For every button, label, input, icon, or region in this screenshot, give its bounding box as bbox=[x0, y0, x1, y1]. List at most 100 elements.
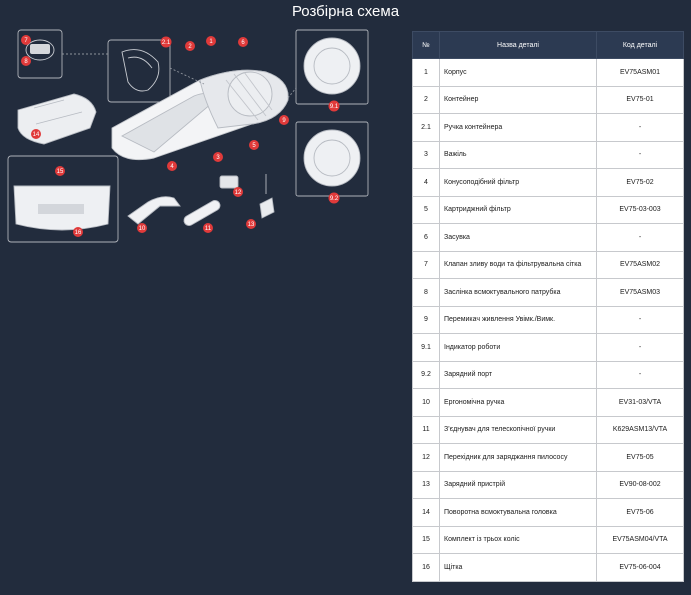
row-part-name: Комплект із трьох коліс bbox=[439, 525, 597, 554]
table-row: 9.1 Індикатор роботи - bbox=[412, 333, 684, 362]
row-part-name: Ергономічна ручка bbox=[439, 388, 597, 417]
svg-text:11: 11 bbox=[205, 226, 212, 232]
svg-text:2.1: 2.1 bbox=[162, 40, 171, 46]
header-number: № bbox=[412, 31, 440, 59]
callout-16: 16 bbox=[73, 227, 83, 237]
table-row: 2.1 Ручка контейнера - bbox=[412, 113, 684, 142]
header-part-code: Код деталі bbox=[596, 31, 684, 59]
callout-4: 4 bbox=[167, 161, 177, 171]
row-part-code: - bbox=[596, 223, 684, 252]
row-part-name: Контейнер bbox=[439, 85, 597, 114]
row-number: 1 bbox=[412, 58, 440, 87]
callout-2-1: 2.1 bbox=[160, 36, 172, 48]
row-part-code: EV75-06 bbox=[596, 498, 684, 527]
callout-15: 15 bbox=[55, 166, 65, 176]
row-part-name: Зарядний порт bbox=[439, 360, 597, 389]
row-part-name: Зарядний пристрій bbox=[439, 470, 597, 499]
row-part-code: - bbox=[596, 305, 684, 334]
row-part-code: EV75ASM02 bbox=[596, 250, 684, 279]
row-number: 8 bbox=[412, 278, 440, 307]
callout-3: 3 bbox=[213, 152, 223, 162]
table-row: 9 Перемикач живлення Увімк./Вимк. - bbox=[412, 305, 684, 334]
table-row: 14 Поворотна всмоктувальна головка EV75-06 bbox=[412, 498, 684, 527]
row-number: 2 bbox=[412, 85, 440, 114]
callout-9-2: 9.2 bbox=[328, 192, 340, 204]
page-title: Розбірна схема bbox=[291, 3, 400, 20]
table-row: 6 Засувка - bbox=[412, 223, 684, 252]
row-part-name: Засувка bbox=[439, 223, 597, 252]
table-row: 9.2 Зарядний порт - bbox=[412, 360, 684, 389]
table-row: 7 Клапан зливу води та фільтрувальна сітк… bbox=[412, 250, 684, 279]
row-part-name: Заслінка всмоктувального патрубка bbox=[439, 278, 597, 307]
svg-text:15: 15 bbox=[57, 169, 64, 175]
parts-table: № Назва деталі Код деталі 1 Корпус EV75ASM… bbox=[412, 31, 684, 582]
svg-text:9.2: 9.2 bbox=[330, 196, 339, 202]
row-part-name: З'єднувач для телескопічної ручки bbox=[439, 415, 597, 444]
table-row: 10 Ергономічна ручка EV31-03/VTA bbox=[412, 388, 684, 417]
row-part-code: - bbox=[596, 360, 684, 389]
row-number: 3 bbox=[412, 140, 440, 169]
table-row: 13 Зарядний пристрій EV90-08-002 bbox=[412, 470, 684, 499]
row-part-code: EV90-08-002 bbox=[596, 470, 684, 499]
row-number: 14 bbox=[412, 498, 440, 527]
callout-13: 13 bbox=[246, 219, 256, 229]
row-number: 7 bbox=[412, 250, 440, 279]
header-part-name: Назва деталі bbox=[439, 31, 597, 59]
callout-5: 5 bbox=[249, 140, 259, 150]
row-part-code: EV75-02 bbox=[596, 168, 684, 197]
svg-text:14: 14 bbox=[33, 132, 40, 138]
callout-1: 1 bbox=[206, 36, 216, 46]
row-part-code: EV31-03/VTA bbox=[596, 388, 684, 417]
row-number: 2.1 bbox=[412, 113, 440, 142]
row-part-code: - bbox=[596, 140, 684, 169]
row-part-name: Перемикач живлення Увімк./Вимк. bbox=[439, 305, 597, 334]
table-row: 4 Конусоподібний фільтр EV75-02 bbox=[412, 168, 684, 197]
row-number: 11 bbox=[412, 415, 440, 444]
row-part-code: EV75ASM04/VTA bbox=[596, 525, 684, 554]
row-number: 6 bbox=[412, 223, 440, 252]
row-part-code: EV75ASM03 bbox=[596, 278, 684, 307]
svg-text:9.1: 9.1 bbox=[330, 104, 339, 110]
svg-text:16: 16 bbox=[75, 230, 82, 236]
callout-11: 11 bbox=[203, 223, 213, 233]
row-part-name: Перехідник для заряджання пилососу bbox=[439, 443, 597, 472]
callout-12: 12 bbox=[233, 187, 243, 197]
table-row: 3 Важіль - bbox=[412, 140, 684, 169]
table-row: 16 Щітка EV75-06-004 bbox=[412, 553, 684, 582]
row-number: 10 bbox=[412, 388, 440, 417]
callout-10: 10 bbox=[137, 223, 147, 233]
row-part-name: Важіль bbox=[439, 140, 597, 169]
table-header-row: № Назва деталі Код деталі bbox=[412, 31, 684, 59]
row-number: 5 bbox=[412, 195, 440, 224]
callout-6: 6 bbox=[238, 37, 248, 47]
row-part-name: Картриджний фільтр bbox=[439, 195, 597, 224]
row-part-code: EV75-03-003 bbox=[596, 195, 684, 224]
row-part-name: Клапан зливу води та фільтрувальна сітка bbox=[439, 250, 597, 279]
row-part-name: Корпус bbox=[439, 58, 597, 87]
exploded-diagram: 7 8 2.1 1 2 6 9 9.1 9.2 3 4 5 14 15 16 1… bbox=[7, 29, 369, 243]
row-number: 12 bbox=[412, 443, 440, 472]
row-part-code: - bbox=[596, 113, 684, 142]
row-number: 9.2 bbox=[412, 360, 440, 389]
svg-text:12: 12 bbox=[235, 190, 242, 196]
table-row: 1 Корпус EV75ASM01 bbox=[412, 58, 684, 87]
row-part-code: EV75-06-004 bbox=[596, 553, 684, 582]
table-row: 11 З'єднувач для телескопічної ручки K629A… bbox=[412, 415, 684, 444]
svg-text:10: 10 bbox=[139, 226, 146, 232]
row-number: 9.1 bbox=[412, 333, 440, 362]
row-part-code: EV75-05 bbox=[596, 443, 684, 472]
callout-9: 9 bbox=[279, 115, 289, 125]
row-number: 9 bbox=[412, 305, 440, 334]
callout-9-1: 9.1 bbox=[328, 100, 340, 112]
callout-7: 7 bbox=[21, 35, 31, 45]
row-part-name: Поворотна всмоктувальна головка bbox=[439, 498, 597, 527]
row-part-name: Індикатор роботи bbox=[439, 333, 597, 362]
row-part-name: Конусоподібний фільтр bbox=[439, 168, 597, 197]
row-part-code: K629ASM13/VTA bbox=[596, 415, 684, 444]
row-number: 16 bbox=[412, 553, 440, 582]
callout-8: 8 bbox=[21, 56, 31, 66]
row-part-code: - bbox=[596, 333, 684, 362]
row-part-name: Ручка контейнера bbox=[439, 113, 597, 142]
table-row: 2 Контейнер EV75-01 bbox=[412, 85, 684, 114]
table-row: 15 Комплект із трьох коліс EV75ASM04/VTA bbox=[412, 525, 684, 554]
